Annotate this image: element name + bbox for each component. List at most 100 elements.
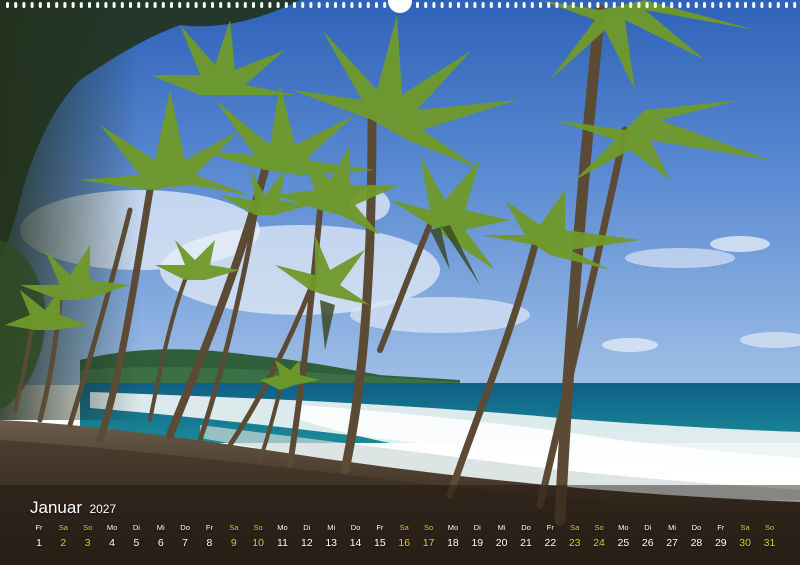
weekday-label: Fr — [376, 523, 384, 532]
binding-ring — [79, 2, 83, 8]
binding-ring — [137, 2, 141, 8]
day-cell: Do 28 — [684, 523, 708, 550]
day-cell: So 24 — [587, 523, 611, 550]
day-cell: Sa 9 — [222, 523, 246, 550]
day-number: 31 — [763, 537, 776, 549]
weekday-label: Sa — [58, 523, 68, 532]
day-row: Fr 1 Sa 2 So 3 Mo 4 Di 5 Mi 6 Do 7 Fr 8 Sa 9 So 10 Mo 11 Di 12 M… — [27, 523, 785, 553]
weekday-label: Fr — [717, 523, 725, 532]
binding-ring — [694, 2, 698, 8]
day-number: 20 — [495, 537, 508, 549]
binding-ring — [645, 2, 649, 8]
day-cell: So 17 — [417, 523, 441, 550]
binding-ring — [571, 2, 575, 8]
binding-ring — [547, 2, 551, 8]
day-number: 5 — [133, 537, 140, 549]
binding-ring — [416, 2, 419, 8]
weekday-label: So — [594, 523, 604, 532]
month-year: 2027 — [89, 502, 117, 516]
binding-ring — [473, 2, 477, 8]
binding-ring — [514, 2, 518, 8]
binding-ring — [596, 2, 600, 8]
day-number: 25 — [617, 537, 630, 549]
binding-ring — [38, 2, 42, 8]
binding-ring — [284, 2, 288, 8]
day-cell: Fr 1 — [27, 523, 51, 550]
month-name: Januar — [30, 498, 82, 517]
day-cell: Do 14 — [344, 523, 368, 550]
binding-ring — [178, 2, 182, 8]
day-cell: Mi 20 — [490, 523, 514, 550]
day-number: 23 — [568, 537, 581, 549]
weekday-label: Sa — [399, 523, 409, 532]
binding-ring — [498, 2, 501, 8]
calendar-page: Januar 2027 Fr 1 Sa 2 So 3 Mo 4 Di 5 Mi 6 Do 7 Fr 8 Sa 9 S… — [0, 0, 800, 565]
binding-ring — [522, 2, 526, 8]
binding-ring — [457, 2, 460, 8]
day-cell: So 3 — [76, 523, 100, 550]
day-number: 8 — [206, 537, 213, 549]
binding-ring — [588, 2, 592, 8]
day-cell: Mo 18 — [441, 523, 465, 550]
binding-ring — [243, 2, 247, 8]
binding-ring — [120, 2, 124, 8]
day-cell: Di 5 — [124, 523, 148, 550]
binding-ring — [793, 2, 797, 8]
day-cell: So 10 — [246, 523, 270, 550]
day-number: 6 — [157, 537, 164, 549]
weekday-label: Mo — [618, 523, 629, 532]
day-cell: Fr 8 — [197, 523, 221, 550]
binding-ring — [211, 2, 214, 8]
binding-ring — [235, 2, 239, 8]
weekday-label: Di — [132, 523, 140, 532]
binding-ring — [276, 2, 280, 8]
day-number: 9 — [230, 537, 237, 549]
weekday-label: Fr — [35, 523, 43, 532]
binding-ring — [678, 2, 682, 8]
day-cell: Mo 4 — [100, 523, 124, 550]
weekday-label: So — [83, 523, 93, 532]
binding-ring — [47, 2, 50, 8]
binding-ring — [260, 2, 264, 8]
weekday-label: Mi — [156, 523, 165, 532]
day-cell: Di 12 — [295, 523, 319, 550]
calendar-strip: Januar 2027 Fr 1 Sa 2 So 3 Mo 4 Di 5 Mi 6 Do 7 Fr 8 Sa 9 S… — [0, 490, 800, 565]
weekday-label: So — [424, 523, 434, 532]
weekday-label: Do — [521, 523, 531, 532]
day-number: 16 — [398, 537, 411, 549]
binding-ring — [703, 2, 706, 8]
weekday-label: Fr — [546, 523, 554, 532]
day-number: 4 — [109, 537, 115, 549]
day-cell: Fr 29 — [709, 523, 733, 550]
binding-ring — [530, 2, 534, 8]
weekday-label: Sa — [740, 523, 750, 532]
binding-ring — [317, 2, 321, 8]
binding-ring — [334, 2, 337, 8]
binding-ring — [145, 2, 149, 8]
month-heading: Januar 2027 — [30, 498, 116, 518]
weekday-label: So — [253, 523, 263, 532]
binding-ring — [309, 2, 313, 8]
weekday-label: Di — [303, 523, 311, 532]
weekday-label: Mi — [497, 523, 506, 532]
day-number: 19 — [471, 537, 484, 549]
binding-ring — [481, 2, 485, 8]
day-cell: Mi 6 — [149, 523, 173, 550]
binding-ring — [629, 2, 633, 8]
binding-ring — [104, 2, 108, 8]
binding-ring — [170, 2, 173, 8]
binding-ring — [129, 2, 132, 8]
binding-ring — [760, 2, 764, 8]
binding-ring — [711, 2, 715, 8]
weekday-label: Sa — [570, 523, 580, 532]
binding-ring — [375, 2, 378, 8]
day-cell: Sa 23 — [563, 523, 587, 550]
binding-ring — [268, 2, 272, 8]
binding-ring — [506, 2, 510, 8]
binding-ring — [325, 2, 329, 8]
binding-ring — [555, 2, 559, 8]
binding-ring — [580, 2, 583, 8]
day-cell: Do 7 — [173, 523, 197, 550]
binding-ring — [465, 2, 469, 8]
binding-ring — [719, 2, 723, 8]
